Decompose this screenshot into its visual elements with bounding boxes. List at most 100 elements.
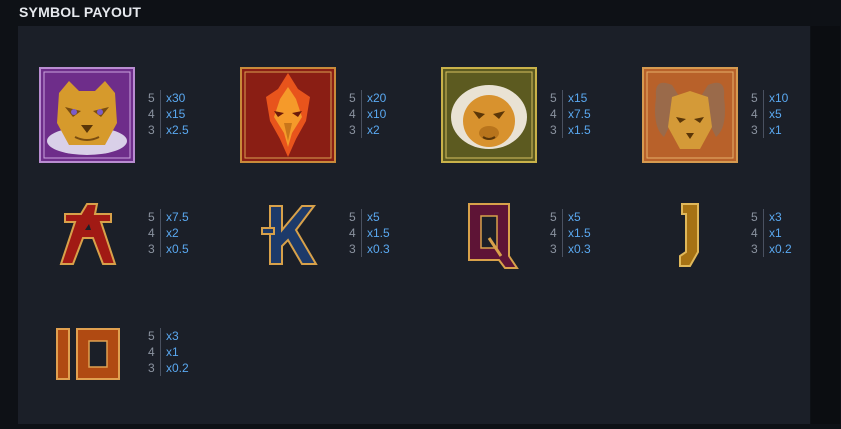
page-title: SYMBOL PAYOUT bbox=[19, 4, 142, 20]
count: 5 bbox=[751, 210, 758, 224]
count: 4 bbox=[349, 226, 356, 240]
count: 5 bbox=[349, 210, 356, 224]
count: 4 bbox=[148, 345, 155, 359]
count: 4 bbox=[148, 226, 155, 240]
payout-row: 4 x7.5 bbox=[550, 106, 591, 122]
count: 4 bbox=[148, 107, 155, 121]
payout-row: 5 x3 bbox=[751, 209, 792, 225]
multiplier: x15 bbox=[166, 107, 186, 121]
count: 3 bbox=[751, 242, 758, 256]
payout-row: 4 x1.5 bbox=[349, 225, 390, 241]
count: 3 bbox=[550, 242, 557, 256]
payout-row: 4 x10 bbox=[349, 106, 386, 122]
payout-row: 3 x0.5 bbox=[148, 241, 189, 257]
multiplier: x0.5 bbox=[166, 242, 189, 256]
multiplier: x15 bbox=[568, 91, 588, 105]
count: 3 bbox=[349, 123, 356, 137]
tiger-icon bbox=[39, 67, 135, 163]
count: 3 bbox=[148, 242, 155, 256]
payout-list: 5 x5 4 x1.5 3 x0.3 bbox=[550, 209, 591, 257]
count: 5 bbox=[148, 210, 155, 224]
payout-row: 5 x5 bbox=[349, 209, 390, 225]
multiplier: x5 bbox=[568, 210, 581, 224]
payout-row: 4 x1 bbox=[148, 344, 189, 360]
payout-row: 5 x3 bbox=[148, 328, 189, 344]
count: 5 bbox=[550, 91, 557, 105]
payout-row: 4 x5 bbox=[751, 106, 788, 122]
count: 5 bbox=[349, 91, 356, 105]
payout-row: 3 x0.3 bbox=[349, 241, 390, 257]
multiplier: x10 bbox=[769, 91, 789, 105]
multiplier: x1 bbox=[769, 123, 782, 137]
count: 5 bbox=[148, 91, 155, 105]
payout-list: 5 x3 4 x1 3 x0.2 bbox=[751, 209, 792, 257]
payout-row: 3 x2 bbox=[349, 122, 386, 138]
count: 4 bbox=[550, 226, 557, 240]
payout-row: 4 x1 bbox=[751, 225, 792, 241]
multiplier: x1 bbox=[769, 226, 782, 240]
payout-row: 4 x1.5 bbox=[550, 225, 591, 241]
payout-row: 3 x0.2 bbox=[148, 360, 189, 376]
payout-row: 5 x5 bbox=[550, 209, 591, 225]
count: 4 bbox=[751, 107, 758, 121]
count: 5 bbox=[550, 210, 557, 224]
count: 5 bbox=[751, 91, 758, 105]
multiplier: x30 bbox=[166, 91, 186, 105]
payout-row: 5 x7.5 bbox=[148, 209, 189, 225]
payout-row: 3 x0.3 bbox=[550, 241, 591, 257]
payout-row: 3 x1 bbox=[751, 122, 788, 138]
payout-list: 5 x30 4 x15 3 x2.5 bbox=[148, 90, 189, 138]
multiplier: x2 bbox=[367, 123, 380, 137]
payout-list: 5 x15 4 x7.5 3 x1.5 bbox=[550, 90, 591, 138]
multiplier: x0.3 bbox=[568, 242, 591, 256]
payout-row: 5 x10 bbox=[751, 90, 788, 106]
count: 3 bbox=[349, 242, 356, 256]
multiplier: x5 bbox=[769, 107, 782, 121]
multiplier: x2 bbox=[166, 226, 179, 240]
payout-row: 5 x20 bbox=[349, 90, 386, 106]
multiplier: x1 bbox=[166, 345, 179, 359]
rabbit-icon bbox=[642, 67, 738, 163]
payout-row: 5 x30 bbox=[148, 90, 189, 106]
count: 5 bbox=[148, 329, 155, 343]
multiplier: x1.5 bbox=[568, 226, 591, 240]
multiplier: x7.5 bbox=[568, 107, 591, 121]
multiplier: x3 bbox=[769, 210, 782, 224]
phoenix-icon bbox=[240, 67, 336, 163]
letter-q-icon bbox=[441, 186, 537, 282]
letter-k-icon bbox=[240, 186, 336, 282]
count: 3 bbox=[550, 123, 557, 137]
multiplier: x7.5 bbox=[166, 210, 189, 224]
multiplier: x5 bbox=[367, 210, 380, 224]
multiplier: x3 bbox=[166, 329, 179, 343]
multiplier: x20 bbox=[367, 91, 387, 105]
payout-row: 3 x0.2 bbox=[751, 241, 792, 257]
payout-list: 5 x5 4 x1.5 3 x0.3 bbox=[349, 209, 390, 257]
payout-row: 5 x15 bbox=[550, 90, 591, 106]
multiplier: x10 bbox=[367, 107, 387, 121]
scrollbar[interactable] bbox=[811, 26, 840, 424]
payout-list: 5 x7.5 4 x2 3 x0.5 bbox=[148, 209, 189, 257]
letter-a-icon bbox=[39, 186, 135, 282]
number-10-icon bbox=[39, 305, 135, 401]
payout-row: 3 x2.5 bbox=[148, 122, 189, 138]
multiplier: x2.5 bbox=[166, 123, 189, 137]
letter-j-icon bbox=[642, 186, 738, 282]
count: 3 bbox=[148, 361, 155, 375]
payout-row: 3 x1.5 bbox=[550, 122, 591, 138]
count: 4 bbox=[550, 107, 557, 121]
payout-row: 4 x15 bbox=[148, 106, 189, 122]
multiplier: x1.5 bbox=[568, 123, 591, 137]
payout-list: 5 x10 4 x5 3 x1 bbox=[751, 90, 788, 138]
payout-list: 5 x20 4 x10 3 x2 bbox=[349, 90, 386, 138]
count: 4 bbox=[751, 226, 758, 240]
monkey-icon bbox=[441, 67, 537, 163]
multiplier: x0.2 bbox=[166, 361, 189, 375]
payout-row: 4 x2 bbox=[148, 225, 189, 241]
payout-list: 5 x3 4 x1 3 x0.2 bbox=[148, 328, 189, 376]
multiplier: x1.5 bbox=[367, 226, 390, 240]
count: 3 bbox=[148, 123, 155, 137]
multiplier: x0.2 bbox=[769, 242, 792, 256]
count: 4 bbox=[349, 107, 356, 121]
multiplier: x0.3 bbox=[367, 242, 390, 256]
